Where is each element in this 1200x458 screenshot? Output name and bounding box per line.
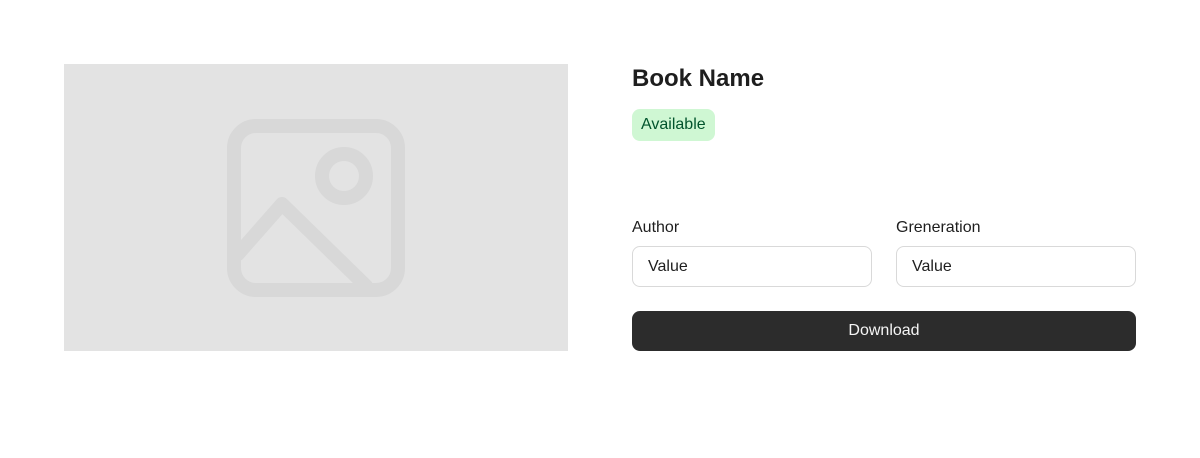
status-badge: Available [632, 109, 715, 141]
book-details: Book Name Available Author Greneration D… [632, 64, 1136, 351]
author-input[interactable] [632, 246, 872, 287]
generation-label: Greneration [896, 219, 981, 236]
author-field: Author [632, 218, 872, 287]
generation-field: Greneration [896, 218, 1136, 287]
image-placeholder-icon [227, 118, 405, 297]
product-page: Book Name Available Author Greneration D… [0, 0, 1200, 458]
download-button[interactable]: Download [632, 311, 1136, 351]
generation-input[interactable] [896, 246, 1136, 287]
book-title: Book Name [632, 65, 765, 92]
book-cover-image [64, 64, 568, 351]
author-label: Author [632, 219, 680, 236]
